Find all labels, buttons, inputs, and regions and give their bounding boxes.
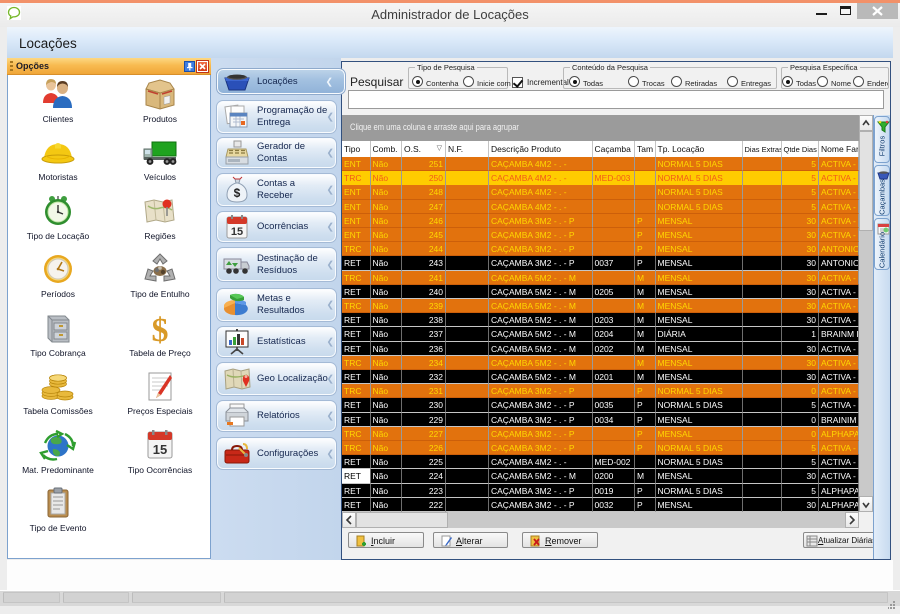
svg-text:15: 15 [153,442,167,457]
svg-text:$: $ [152,312,169,345]
svg-text:$: $ [234,186,241,200]
svg-text:15: 15 [231,226,243,238]
